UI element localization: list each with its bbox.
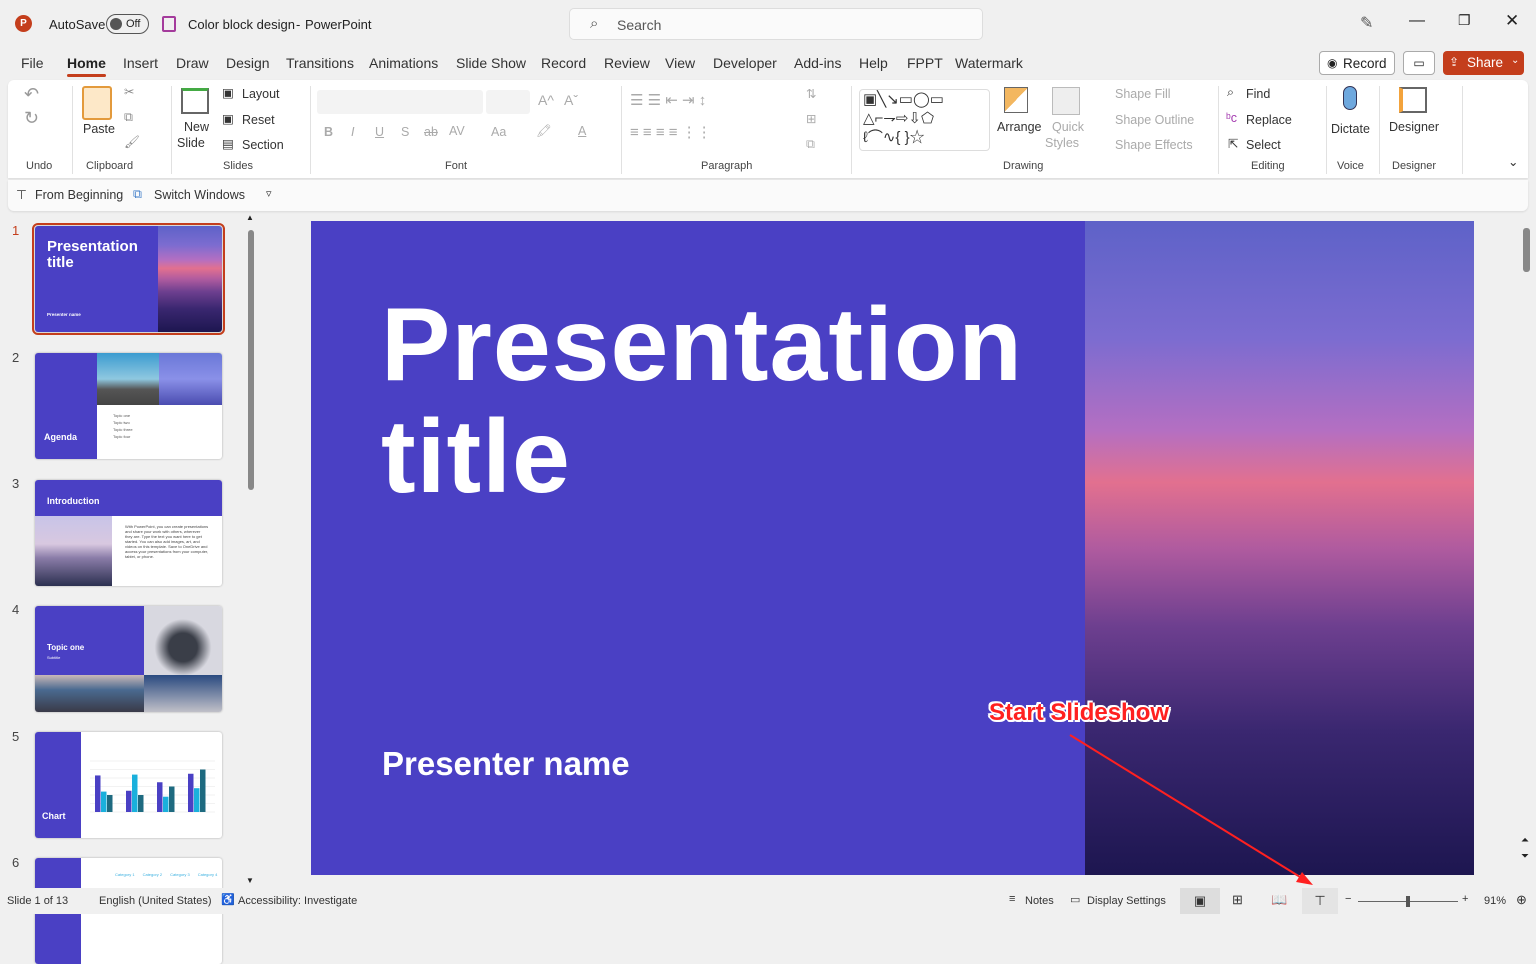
zoom-slider-thumb[interactable]: [1406, 896, 1410, 907]
zoom-in-button[interactable]: +: [1462, 893, 1468, 905]
zoom-level[interactable]: 91%: [1484, 895, 1506, 907]
next-slide-icon[interactable]: ⏷: [1521, 851, 1529, 862]
accessibility-status[interactable]: Accessibility: Investigate: [238, 895, 357, 907]
slideshow-button[interactable]: ⊤: [1302, 888, 1338, 914]
accessibility-icon: ♿: [221, 894, 235, 906]
slide-scrollbar[interactable]: [1523, 228, 1530, 272]
status-bar: Slide 1 of 13 English (United States) ♿ …: [0, 888, 1536, 914]
notes-button[interactable]: Notes: [1025, 895, 1054, 907]
display-settings-button[interactable]: Display Settings: [1087, 895, 1166, 907]
prev-slide-icon[interactable]: ⏶: [1521, 835, 1529, 846]
zoom-out-button[interactable]: −: [1345, 893, 1351, 905]
slide-sorter-button[interactable]: ⊞: [1232, 892, 1243, 908]
reading-view-button[interactable]: 📖: [1271, 892, 1287, 908]
slide-counter: Slide 1 of 13: [7, 895, 69, 907]
zoom-slider[interactable]: [1358, 896, 1458, 907]
display-settings-icon: ▭: [1070, 894, 1081, 906]
language-status[interactable]: English (United States): [99, 895, 212, 907]
annotation-arrow: [1069, 734, 1313, 885]
normal-view-button[interactable]: ▣: [1180, 888, 1220, 914]
fit-to-window-icon[interactable]: ⊕: [1516, 892, 1527, 908]
notes-icon: ≡: [1009, 893, 1016, 905]
